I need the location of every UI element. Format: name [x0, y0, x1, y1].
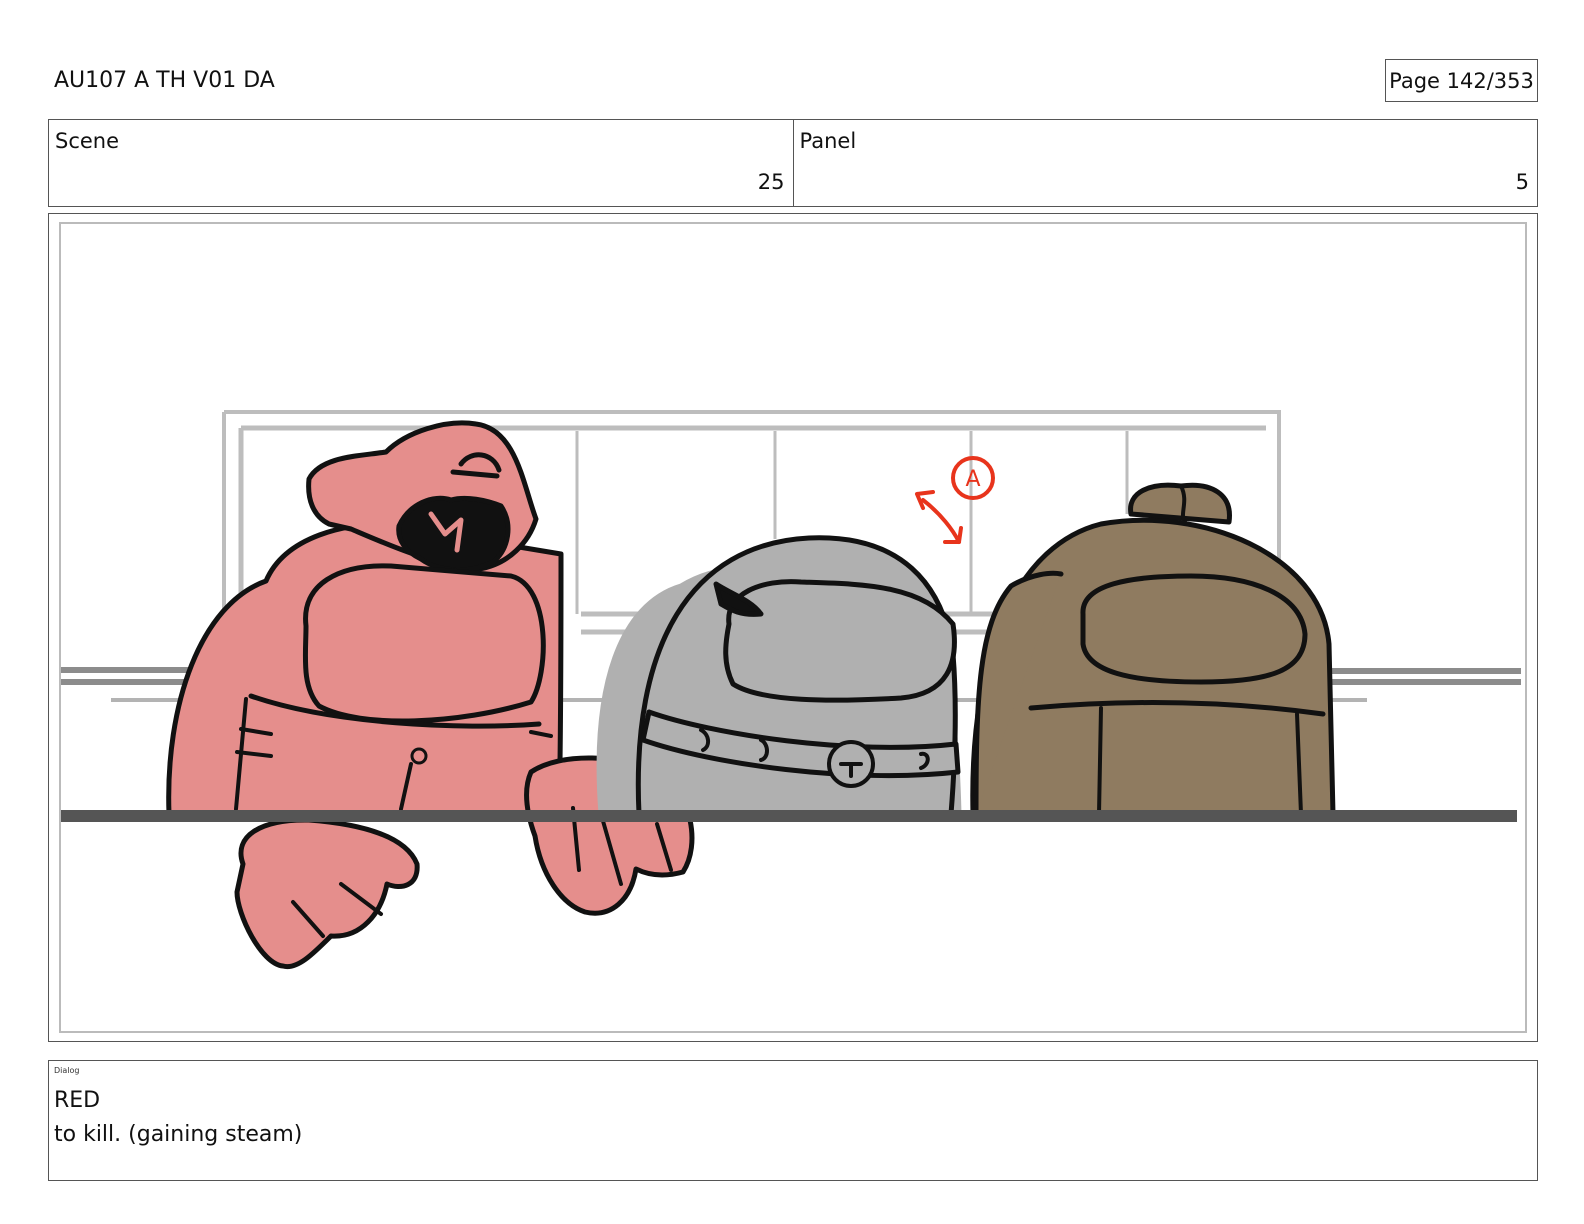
scene-panel-info: Scene 25 Panel 5: [48, 119, 1538, 207]
scene-cell: Scene 25: [49, 120, 793, 206]
storyboard-drawing: A: [59, 222, 1527, 1033]
annotation-arrow: [915, 456, 995, 544]
panel-number: 5: [1515, 170, 1529, 194]
gray-crewmate: [596, 535, 962, 817]
dialog-line: to kill. (gaining steam): [54, 1122, 303, 1147]
table-edge: [61, 810, 1517, 822]
dialog-box: Dialog RED to kill. (gaining steam): [48, 1060, 1538, 1181]
page-indicator: Page 142/353: [1385, 59, 1538, 102]
scene-label: Scene: [55, 129, 120, 153]
dialog-speaker: RED: [54, 1088, 101, 1113]
panel-cell: Panel 5: [792, 120, 1538, 206]
panel-label: Panel: [799, 129, 857, 153]
scene-number: 25: [757, 170, 785, 194]
drawing-canvas: A: [61, 410, 1521, 970]
dialog-label: Dialog: [54, 1066, 80, 1075]
annotation-letter: A: [965, 467, 980, 492]
document-title: AU107 A TH V01 DA: [54, 68, 275, 93]
page-label: Page 142/353: [1389, 68, 1534, 93]
